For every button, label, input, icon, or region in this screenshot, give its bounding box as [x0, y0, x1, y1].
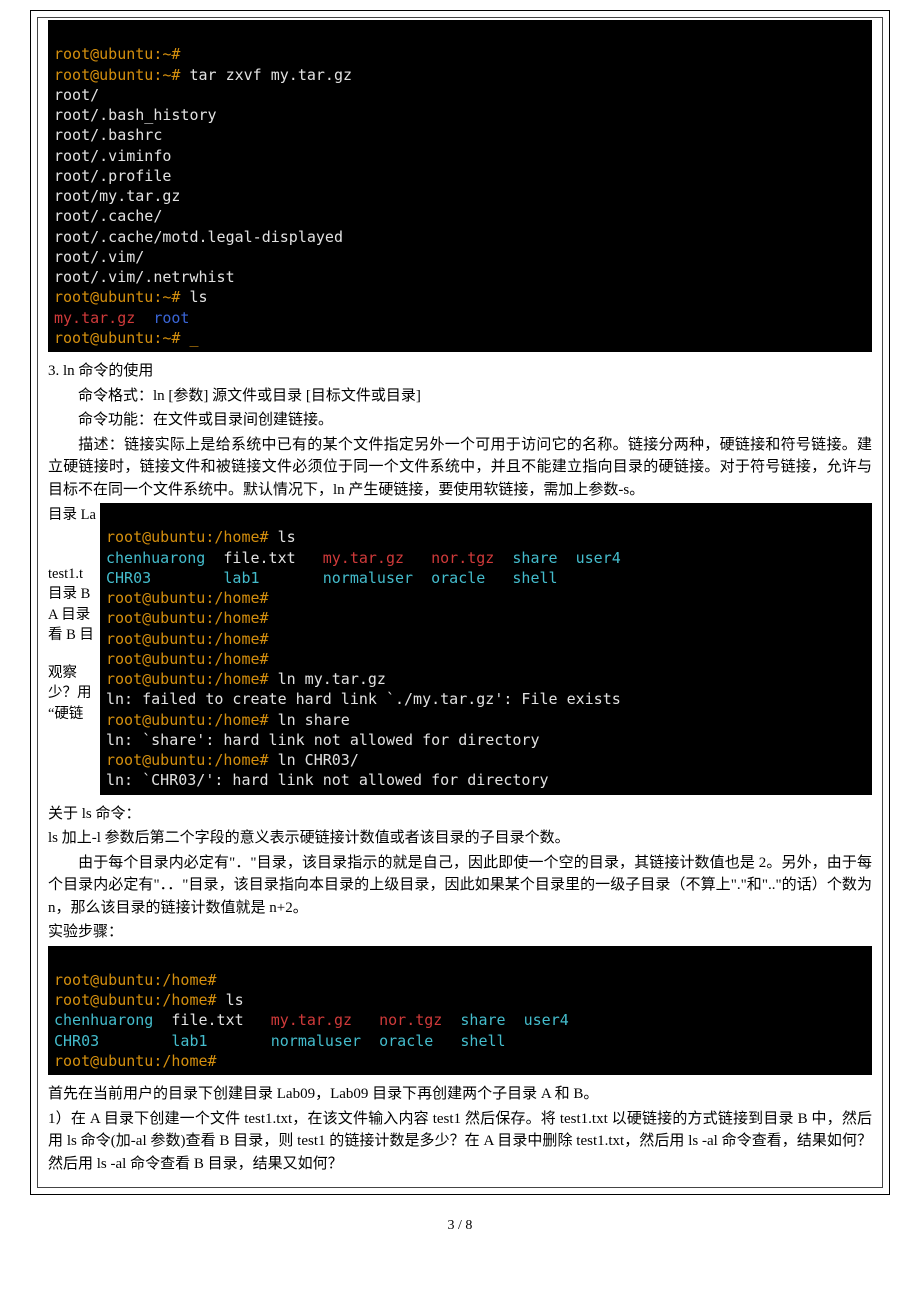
prompt: root@ubuntu:/home#	[54, 991, 226, 1009]
dir-name: lab1	[223, 569, 322, 587]
prompt: root@ubuntu:/home#	[106, 751, 278, 769]
terminal-block-2: root@ubuntu:/home# ls chenhuarong file.t…	[100, 503, 872, 795]
output: root/my.tar.gz	[54, 187, 180, 205]
prompt: root@ubuntu:/home#	[106, 670, 278, 688]
dir-name: share	[460, 1011, 523, 1029]
paragraph: 描述：链接实际上是给系统中已有的某个文件指定另外一个可用于访问它的名称。链接分两…	[48, 434, 872, 502]
cmd: ln my.tar.gz	[278, 670, 386, 688]
dir-name: chenhuarong	[106, 549, 223, 567]
prompt: root@ubuntu:/home#	[106, 609, 269, 627]
dir-name: shell	[460, 1032, 505, 1050]
paragraph: ls 加上-l 参数后第二个字段的意义表示硬链接计数值或者该目录的子目录个数。	[48, 827, 872, 850]
cut-text: 少？用	[48, 683, 100, 704]
cut-text: 目录 B	[48, 584, 100, 605]
cut-text: 看 B 目	[48, 625, 100, 646]
cmd: ls	[226, 991, 244, 1009]
cut-text: 目录 La	[48, 505, 100, 526]
dir-name: normaluser	[271, 1032, 379, 1050]
cmd: ls	[189, 288, 207, 306]
cut-text: A 目录	[48, 605, 100, 626]
dir-name: oracle	[379, 1032, 460, 1050]
file-name: file.txt	[171, 1011, 270, 1029]
prompt: root@ubuntu:/home#	[106, 711, 278, 729]
prompt: root@ubuntu:~#	[54, 45, 180, 63]
output: root/.vim/	[54, 248, 144, 266]
output: root/.cache/motd.legal-displayed	[54, 228, 343, 246]
cmd: ln CHR03/	[278, 751, 359, 769]
cut-text: 观察	[48, 663, 100, 684]
page-number: 3 / 8	[0, 1215, 920, 1236]
file-name: my.tar.gz	[271, 1011, 379, 1029]
dir-name: CHR03	[106, 569, 223, 587]
output: root/.bash_history	[54, 106, 217, 124]
paragraph: 1）在 A 目录下创建一个文件 test1.txt，在该文件输入内容 test1…	[48, 1108, 872, 1176]
section-title: 3. ln 命令的使用	[48, 360, 872, 383]
prompt: root@ubuntu:/home#	[106, 589, 269, 607]
output: root/	[54, 86, 99, 104]
prompt: root@ubuntu:/home#	[106, 630, 269, 648]
output: root/.profile	[54, 167, 171, 185]
dir-name: shell	[512, 569, 557, 587]
subsection-title: 关于 ls 命令：	[48, 803, 872, 826]
cmd: ls	[278, 528, 296, 546]
dir-name: user4	[524, 1011, 569, 1029]
page-inner: root@ubuntu:~# root@ubuntu:~# tar zxvf m…	[37, 17, 883, 1188]
prompt: root@ubuntu:/home#	[54, 971, 217, 989]
prompt: root@ubuntu:~#	[54, 288, 189, 306]
cut-text: test1.t	[48, 564, 100, 585]
dir-name: CHR03	[54, 1032, 171, 1050]
output: root/.cache/	[54, 207, 162, 225]
page-border: root@ubuntu:~# root@ubuntu:~# tar zxvf m…	[30, 10, 890, 1195]
text: 由于每个目录内必定有"．"目录，该目录指示的就是自己，因此即使一个空的目录，其链…	[48, 855, 872, 916]
dir-name: share	[512, 549, 575, 567]
output: root/.bashrc	[54, 126, 162, 144]
prompt: root@ubuntu:/home#	[106, 650, 269, 668]
terminal-block-3: root@ubuntu:/home# root@ubuntu:/home# ls…	[48, 946, 872, 1076]
dir-name: chenhuarong	[54, 1011, 171, 1029]
cmd: ln share	[278, 711, 350, 729]
paragraph: 命令功能：在文件或目录间创建链接。	[48, 409, 872, 432]
output: ln: `CHR03/': hard link not allowed for …	[106, 771, 549, 789]
dir-name: normaluser	[323, 569, 431, 587]
file-name: nor.tgz	[379, 1011, 460, 1029]
terminal-block-1: root@ubuntu:~# root@ubuntu:~# tar zxvf m…	[48, 20, 872, 352]
dir-name: root	[153, 309, 189, 327]
file-name: my.tar.gz	[323, 549, 431, 567]
prompt: root@ubuntu:/home#	[54, 1052, 217, 1070]
output: ln: failed to create hard link `./my.tar…	[106, 690, 621, 708]
cut-off-text-column: 目录 La test1.t 目录 B A 目录 看 B 目 观察 少？用 “硬链	[48, 503, 100, 801]
prompt: root@ubuntu:~#	[54, 66, 189, 84]
cut-text: “硬链	[48, 704, 100, 725]
prompt: root@ubuntu:~# _	[54, 329, 199, 347]
output: root/.viminfo	[54, 147, 171, 165]
output: ln: `share': hard link not allowed for d…	[106, 731, 539, 749]
dir-name: user4	[576, 549, 621, 567]
prompt: root@ubuntu:/home#	[106, 528, 278, 546]
file-name: my.tar.gz	[54, 309, 153, 327]
paragraph: 命令格式：ln [参数] 源文件或目录 [目标文件或目录]	[48, 385, 872, 408]
dir-name: oracle	[431, 569, 512, 587]
paragraph: 首先在当前用户的目录下创建目录 Lab09，Lab09 目录下再创建两个子目录 …	[48, 1083, 872, 1106]
file-name: file.txt	[223, 549, 322, 567]
dir-name: lab1	[171, 1032, 270, 1050]
output: root/.vim/.netrwhist	[54, 268, 235, 286]
paragraph: 实验步骤：	[48, 921, 872, 944]
paragraph: 由于每个目录内必定有"．"目录，该目录指示的就是自己，因此即使一个空的目录，其链…	[48, 852, 872, 920]
text: 描述：链接实际上是给系统中已有的某个文件指定另外一个可用于访问它的名称。链接分两…	[48, 437, 872, 498]
cmd: tar zxvf my.tar.gz	[189, 66, 352, 84]
file-name: nor.tgz	[431, 549, 512, 567]
